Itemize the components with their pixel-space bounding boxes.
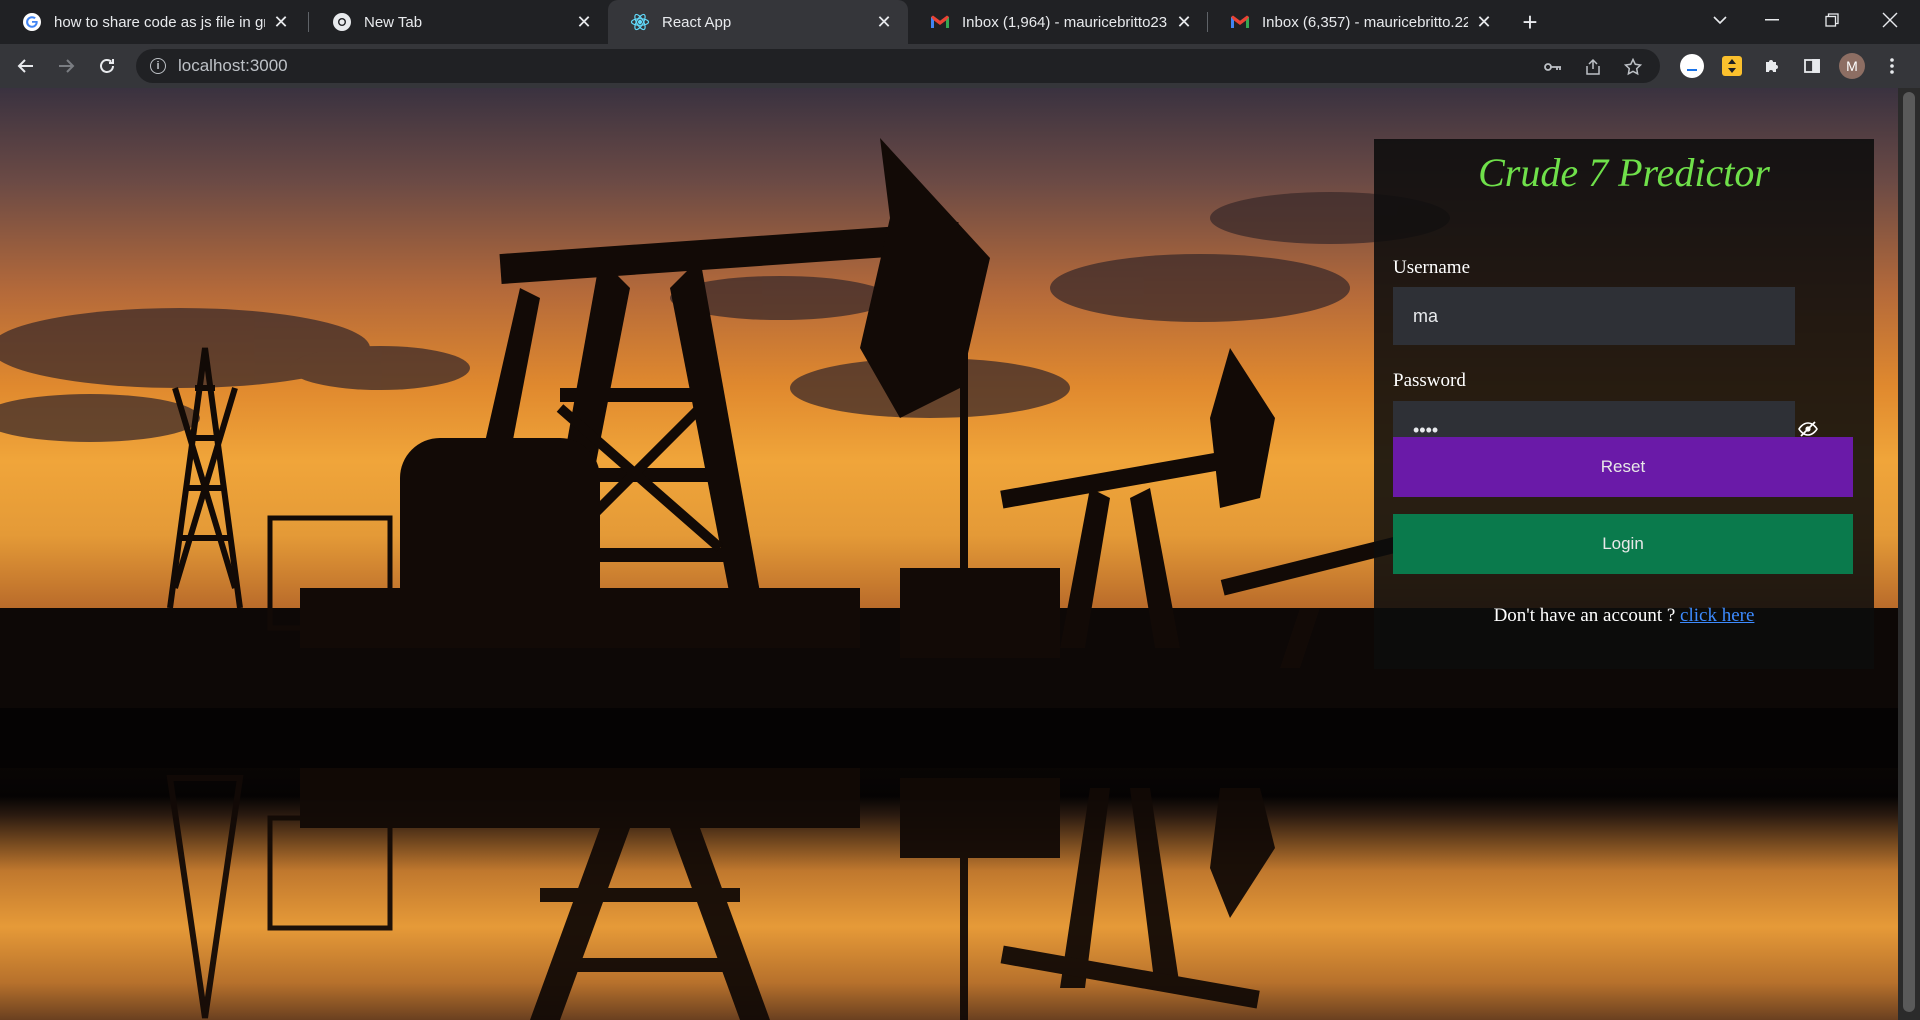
url-text: localhost:3000 (178, 56, 288, 75)
extensions-puzzle-icon[interactable] (1756, 50, 1788, 82)
restore-button[interactable] (1806, 0, 1858, 40)
browser-tab-strip: how to share code as js file in gm ✕ New… (0, 0, 1920, 44)
share-icon[interactable] (1584, 58, 1602, 76)
tab-gmail-inbox-1[interactable]: Inbox (1,964) - mauricebritto23@ ✕ (908, 0, 1208, 44)
minimize-button[interactable] (1746, 0, 1798, 40)
signup-prompt-text: Don't have an account ? (1493, 605, 1681, 626)
tab-divider (308, 12, 309, 32)
key-icon[interactable] (1544, 58, 1562, 76)
tab-search-chevron-icon[interactable] (1694, 0, 1746, 40)
side-panel-icon[interactable] (1796, 50, 1828, 82)
close-tab-icon[interactable]: ✕ (1474, 12, 1494, 32)
app-brand-title: Crude 7 Predictor (1478, 150, 1770, 195)
browser-toolbar: i localhost:3000 M (0, 44, 1920, 88)
close-tab-icon[interactable]: ✕ (574, 12, 594, 32)
tab-title: Inbox (1,964) - mauricebritto23@ (962, 13, 1168, 31)
extension-circle-icon[interactable] (1676, 50, 1708, 82)
close-tab-icon[interactable]: ✕ (874, 12, 894, 32)
back-button[interactable] (10, 50, 42, 82)
forward-button[interactable] (50, 50, 82, 82)
react-icon (630, 12, 650, 32)
chrome-menu-icon[interactable] (1876, 50, 1908, 82)
close-tab-icon[interactable]: ✕ (1174, 12, 1194, 32)
avatar-initial: M (1839, 53, 1865, 79)
scrollbar-thumb[interactable] (1903, 92, 1915, 1012)
page-scrollbar[interactable] (1898, 88, 1920, 1020)
tab-title: how to share code as js file in gm (54, 13, 265, 31)
site-info-icon[interactable]: i (150, 58, 166, 74)
login-card: Crude 7 Predictor Username ma Password •… (1374, 139, 1874, 669)
extension-yellow-icon[interactable] (1716, 50, 1748, 82)
bookmark-star-icon[interactable] (1624, 58, 1642, 76)
profile-avatar[interactable]: M (1836, 50, 1868, 82)
reload-button[interactable] (91, 50, 123, 82)
tab-title: React App (662, 13, 732, 31)
close-tab-icon[interactable]: ✕ (271, 12, 291, 32)
close-window-button[interactable] (1864, 0, 1916, 40)
tab-new-tab[interactable]: New Tab ✕ (310, 0, 608, 44)
tab-google-search[interactable]: how to share code as js file in gm ✕ (0, 0, 305, 44)
login-page: Crude 7 Predictor Username ma Password •… (0, 88, 1898, 1020)
chrome-icon (332, 12, 352, 32)
tab-react-app[interactable]: React App ✕ (608, 0, 908, 44)
gmail-icon (930, 12, 950, 32)
username-input[interactable]: ma (1393, 287, 1795, 345)
login-button[interactable]: Login (1393, 514, 1853, 574)
tab-title: Inbox (6,357) - mauricebritto.22c (1262, 13, 1468, 31)
tab-title: New Tab (364, 13, 423, 31)
google-icon (22, 12, 42, 32)
signup-prompt: Don't have an account ? click here (1374, 605, 1874, 627)
new-tab-button[interactable]: + (1516, 7, 1544, 37)
signup-link[interactable]: click here (1680, 605, 1754, 626)
gmail-icon (1230, 12, 1250, 32)
reset-button[interactable]: Reset (1393, 437, 1853, 497)
tab-gmail-inbox-2[interactable]: Inbox (6,357) - mauricebritto.22c ✕ (1208, 0, 1508, 44)
address-bar[interactable]: i localhost:3000 (136, 49, 1660, 83)
password-label: Password (1393, 370, 1466, 391)
username-label: Username (1393, 257, 1471, 278)
